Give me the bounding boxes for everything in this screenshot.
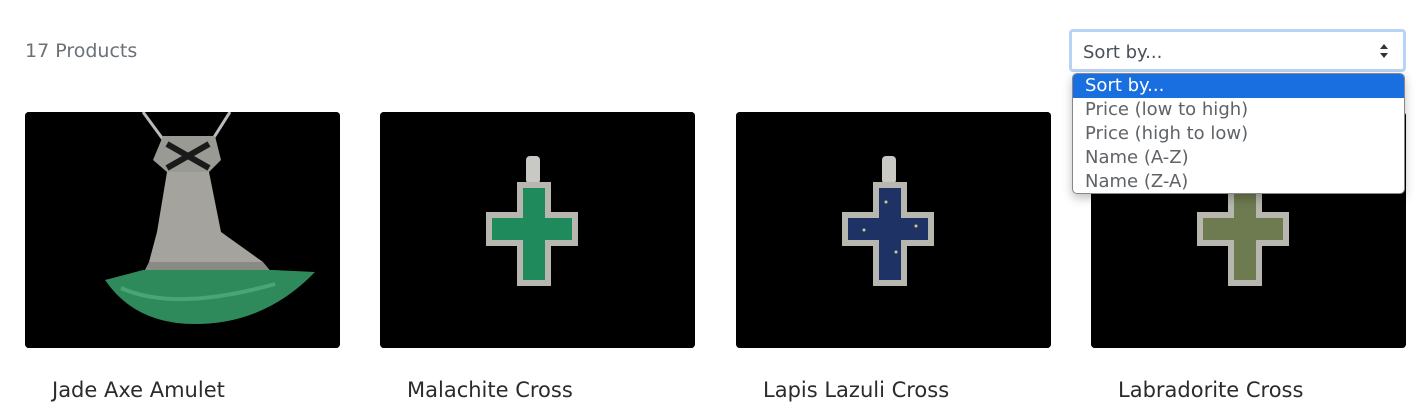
product-name[interactable]: Labradorite Cross [1118, 378, 1303, 402]
sort-option-price-desc[interactable]: Price (high to low) [1073, 122, 1404, 146]
select-arrows-icon [1380, 44, 1388, 58]
product-name[interactable]: Lapis Lazuli Cross [763, 378, 949, 402]
sort-select[interactable]: Sort by... [1069, 29, 1406, 72]
jade-axe-pendant-image [25, 112, 340, 348]
lapis-lazuli-cross-image [736, 112, 1051, 348]
product-card[interactable]: Malachite Cross [380, 112, 695, 402]
sort-option-name-desc[interactable]: Name (Z-A) [1073, 170, 1404, 193]
product-image[interactable] [736, 112, 1051, 348]
sort-option-price-asc[interactable]: Price (low to high) [1073, 98, 1404, 122]
product-count: 17 Products [25, 40, 138, 62]
product-card[interactable]: Jade Axe Amulet [25, 112, 340, 402]
sort-option-name-asc[interactable]: Name (A-Z) [1073, 146, 1404, 170]
product-card[interactable]: Lapis Lazuli Cross [736, 112, 1051, 402]
product-name[interactable]: Malachite Cross [407, 378, 573, 402]
product-name[interactable]: Jade Axe Amulet [52, 378, 225, 402]
sort-select-value: Sort by... [1083, 42, 1163, 63]
sort-option-default[interactable]: Sort by... [1073, 74, 1404, 98]
product-image[interactable] [380, 112, 695, 348]
malachite-cross-image [380, 112, 695, 348]
sort-dropdown-list: Sort by... Price (low to high) Price (hi… [1072, 73, 1405, 194]
product-image[interactable] [25, 112, 340, 348]
